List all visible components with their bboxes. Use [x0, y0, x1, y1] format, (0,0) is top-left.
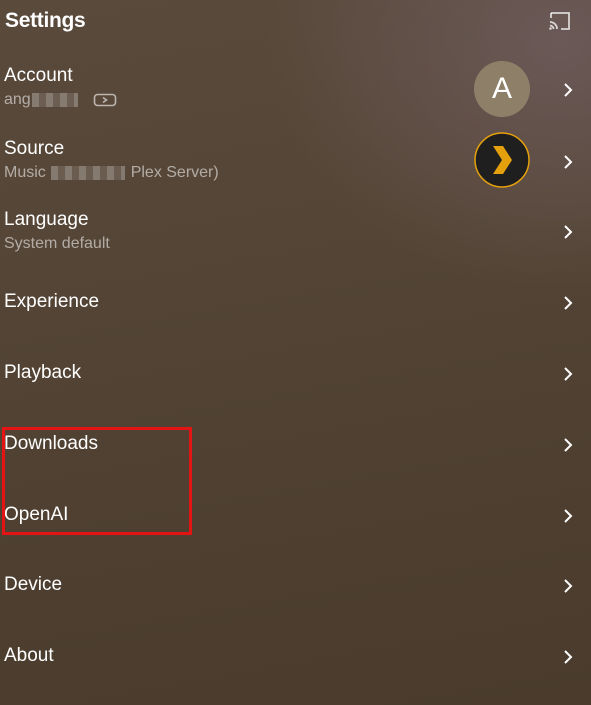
about-label: About — [4, 645, 54, 666]
settings-row-playback[interactable]: Playback — [0, 351, 591, 397]
chevron-right-icon — [564, 367, 573, 381]
playback-label: Playback — [4, 362, 82, 383]
cast-icon[interactable] — [548, 11, 572, 31]
settings-row-about[interactable]: About — [0, 634, 591, 680]
plex-logo-icon — [474, 132, 530, 188]
chevron-right-icon — [564, 225, 573, 239]
account-label: Account — [4, 65, 73, 86]
downloads-label: Downloads — [4, 433, 98, 454]
source-server: Music Plex Server) — [4, 164, 219, 181]
chevron-right-icon — [564, 509, 573, 523]
chevron-right-icon — [564, 296, 573, 310]
chevron-right-icon — [564, 83, 573, 97]
experience-label: Experience — [4, 291, 100, 312]
settings-row-openai[interactable]: OpenAI — [0, 493, 591, 539]
chevron-right-icon — [564, 155, 573, 169]
redacted-text — [51, 165, 126, 180]
source-label: Source — [4, 138, 65, 159]
language-value: System default — [4, 235, 110, 252]
language-label: Language — [4, 209, 89, 230]
chevron-right-icon — [564, 650, 573, 664]
redacted-text — [31, 92, 78, 107]
openai-label: OpenAI — [4, 504, 69, 525]
settings-row-language[interactable]: Language System default — [0, 204, 591, 262]
avatar[interactable]: A — [474, 61, 530, 117]
settings-row-source[interactable]: Source Music Plex Server) — [0, 132, 591, 192]
settings-row-account[interactable]: Account ang A — [0, 60, 591, 120]
chevron-right-icon — [564, 579, 573, 593]
settings-row-downloads[interactable]: Downloads — [0, 422, 591, 468]
device-label: Device — [4, 574, 63, 595]
settings-row-experience[interactable]: Experience — [0, 280, 591, 326]
account-username: ang — [4, 91, 117, 109]
page-title: Settings — [5, 9, 86, 32]
settings-row-device[interactable]: Device — [0, 563, 591, 609]
switch-user-icon[interactable] — [93, 93, 117, 107]
chevron-right-icon — [564, 438, 573, 452]
